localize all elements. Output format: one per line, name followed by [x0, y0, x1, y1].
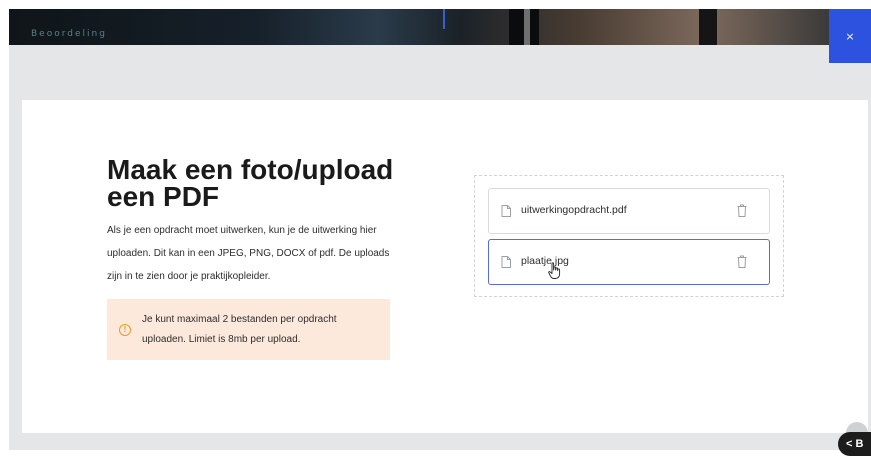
uploaded-file-item[interactable]: plaatje.jpg: [488, 239, 770, 285]
notice-text: Je kunt maximaal 2 bestanden per opdrach…: [142, 314, 337, 345]
file-icon: [501, 256, 511, 268]
upload-limit-notice: ! Je kunt maximaal 2 bestanden per opdra…: [107, 299, 390, 360]
back-button[interactable]: < B: [838, 432, 871, 456]
file-icon: [501, 205, 511, 217]
file-name: uitwerkingopdracht.pdf: [521, 204, 627, 216]
trash-icon[interactable]: [737, 255, 747, 268]
close-button[interactable]: ×: [829, 9, 871, 63]
header-banner-image: Beoordeling: [9, 9, 829, 45]
hand-cursor-icon: [548, 262, 561, 279]
photo-detail: [699, 9, 717, 45]
trash-icon[interactable]: [737, 204, 747, 217]
warning-circle-icon: !: [119, 324, 131, 336]
uploaded-file-item[interactable]: uitwerkingopdracht.pdf: [488, 188, 770, 234]
photo-detail: [524, 9, 530, 45]
header-marker: [443, 9, 445, 29]
page-title: Maak een foto/upload een PDF: [107, 154, 394, 212]
upload-description: Als je een opdracht moet uitwerken, kun …: [107, 225, 390, 282]
header-caption: Beoordeling: [31, 29, 107, 39]
